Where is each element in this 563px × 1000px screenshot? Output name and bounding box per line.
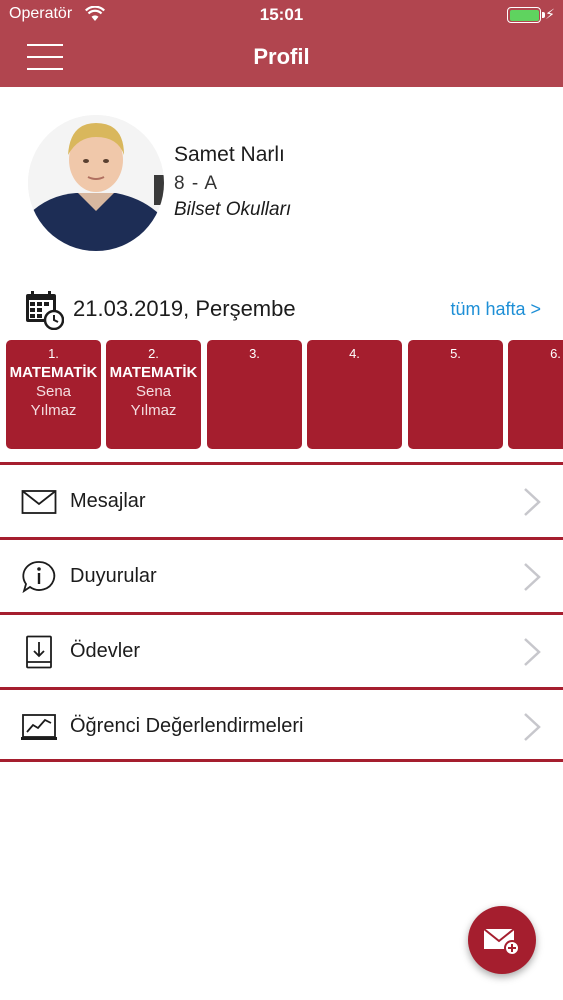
menu-item-announcements[interactable]: Duyurular <box>0 537 563 612</box>
profile-card: Samet Narlı 8 - A Bilset Okulları <box>0 87 563 267</box>
schedule-date: 21.03.2019, Perşembe <box>73 296 296 321</box>
lesson-number: 4. <box>349 346 360 361</box>
menu-item-label: Duyurular <box>70 565 157 587</box>
info-bubble-icon <box>22 561 56 594</box>
status-bar: Operatör 15:01 ⚡ <box>0 0 563 30</box>
menu-item-label: Öğrenci Değerlendirmeleri <box>70 715 304 737</box>
menu-item-messages[interactable]: Mesajlar <box>0 462 563 537</box>
lesson-number: 5. <box>450 346 461 361</box>
compose-message-icon <box>483 928 520 956</box>
lesson-card[interactable]: 5. <box>408 340 503 449</box>
schedule-date-row: 21.03.2019, Perşembe tüm hafta > <box>0 290 563 330</box>
lesson-card[interactable]: 4. <box>307 340 402 449</box>
chevron-right-icon <box>524 713 541 741</box>
chart-screen-icon <box>21 714 57 740</box>
student-class: 8 - A <box>174 173 219 194</box>
lesson-card[interactable]: 2. MATEMATİK Sena Yılmaz <box>106 340 201 449</box>
menu-item-label: Ödevler <box>70 640 141 662</box>
menu-list: Mesajlar Duyurular Ödevler Öğrenci Değer… <box>0 462 563 762</box>
lesson-card[interactable]: 6. <box>508 340 563 449</box>
avatar[interactable] <box>28 115 164 251</box>
lesson-number: 2. <box>148 346 159 361</box>
lesson-teacher: Sena Yılmaz <box>130 383 177 419</box>
envelope-icon <box>21 490 57 514</box>
lesson-teacher: Sena Yılmaz <box>30 383 77 419</box>
lesson-subject: MATEMATİK <box>109 364 198 381</box>
menu-item-homework[interactable]: Ödevler <box>0 612 563 687</box>
compose-message-button[interactable] <box>468 906 536 974</box>
chevron-right-icon <box>524 638 541 666</box>
full-week-link[interactable]: tüm hafta > <box>450 299 541 320</box>
chevron-right-icon <box>524 488 541 516</box>
student-name: Samet Narlı <box>174 143 285 166</box>
lesson-strip[interactable]: 1. MATEMATİK Sena Yılmaz 2. MATEMATİK Se… <box>0 340 563 450</box>
lesson-number: 3. <box>249 346 260 361</box>
top-bar: Operatör 15:01 ⚡ Profil <box>0 0 563 87</box>
calendar-clock-icon <box>26 291 64 330</box>
charging-icon: ⚡ <box>545 6 555 22</box>
homework-book-icon <box>26 635 52 669</box>
lesson-number: 6. <box>550 346 561 361</box>
lesson-card[interactable]: 3. <box>207 340 302 449</box>
avatar-photo <box>28 115 164 251</box>
clock: 15:01 <box>259 5 304 24</box>
lesson-number: 1. <box>48 346 59 361</box>
lesson-card[interactable]: 1. MATEMATİK Sena Yılmaz <box>6 340 101 449</box>
menu-item-label: Mesajlar <box>70 490 146 512</box>
lesson-subject: MATEMATİK <box>9 364 98 381</box>
chevron-right-icon <box>524 563 541 591</box>
battery-icon <box>507 7 545 23</box>
school-name: Bilset Okulları <box>174 199 292 220</box>
page-title: Profil <box>253 44 310 69</box>
menu-item-evaluations[interactable]: Öğrenci Değerlendirmeleri <box>0 687 563 762</box>
